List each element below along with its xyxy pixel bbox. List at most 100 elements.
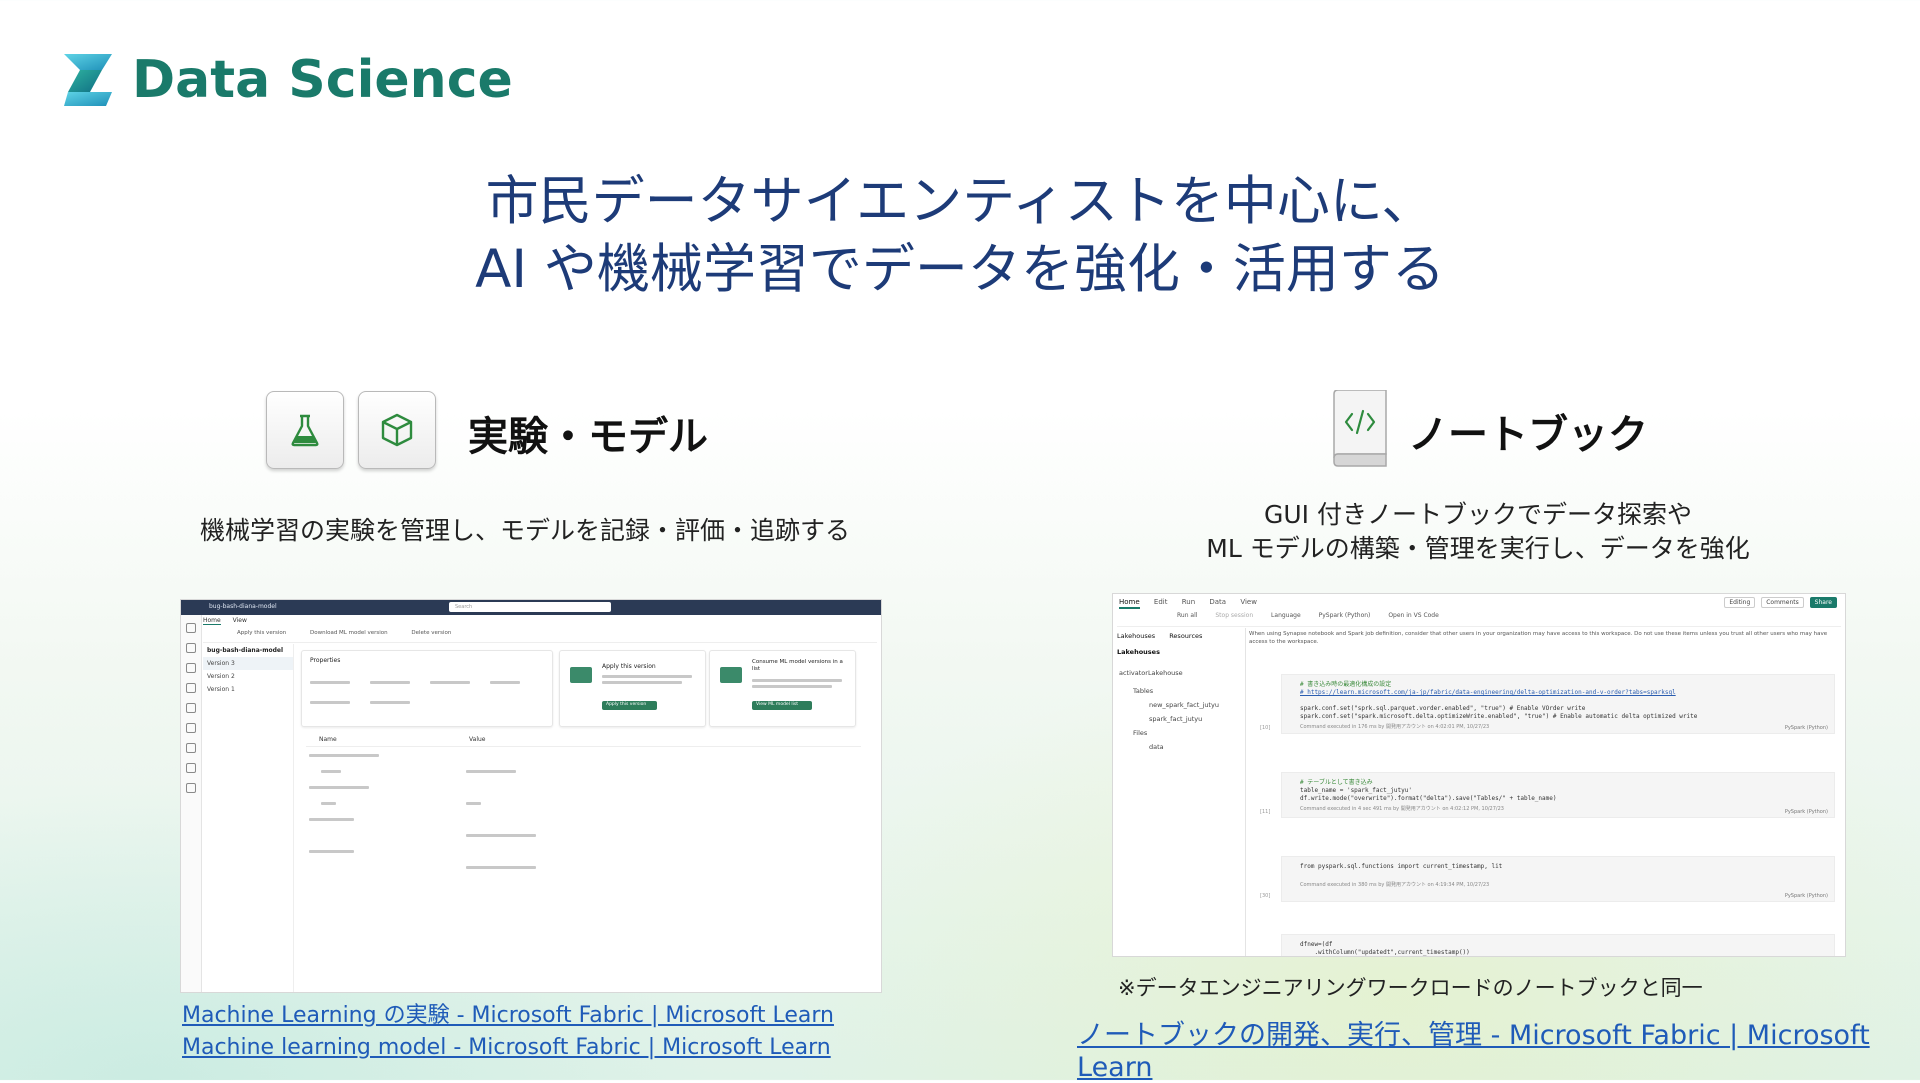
- ml-apply-card: Apply this version Apply this version: [559, 650, 706, 727]
- nb-code-cell[interactable]: # テーブルとして書き込み table_name = 'spark_fact_j…: [1260, 772, 1835, 818]
- notebook-description: GUI 付きノートブックでデータ探索や ML モデルの構築・管理を実行し、データ…: [1112, 498, 1844, 566]
- nb-side-tab-lakehouses[interactable]: Lakehouses: [1117, 632, 1155, 640]
- ml-model-screenshot: bug-bash-diana-model Search Home View Ap…: [180, 599, 882, 993]
- nb-menu-home[interactable]: Home: [1119, 598, 1140, 609]
- nb-tree-item[interactable]: Tables: [1113, 684, 1245, 698]
- ml-topbar-title: bug-bash-diana-model: [209, 603, 277, 610]
- nb-menu-view[interactable]: View: [1240, 598, 1257, 606]
- apply-illustration-icon: [570, 667, 592, 683]
- headline: 市民データサイエンティストを中心に、 AI や機械学習でデータを強化・活用する: [0, 168, 1920, 304]
- nb-tree-item[interactable]: spark_fact_jutyu: [1113, 712, 1245, 726]
- home-icon[interactable]: [186, 623, 196, 633]
- ml-tab-home[interactable]: Home: [203, 617, 221, 625]
- code-line: .withColumn("updatedt",current_timestamp…: [1300, 949, 1470, 956]
- nb-language-label: Language: [1271, 612, 1301, 619]
- ml-search-input[interactable]: Search: [449, 602, 611, 612]
- ml-toolbar: Apply this version Download ML model ver…: [203, 630, 877, 643]
- headline-line-1: 市民データサイエンティストを中心に、: [485, 171, 1435, 232]
- nb-menu: Home Edit Run Data View: [1119, 598, 1269, 609]
- nb-code-cell[interactable]: # 書き込み時の最適化構成の設定 # https://learn.microso…: [1260, 674, 1835, 734]
- code-line: table_name = 'spark_fact_jutyu': [1300, 787, 1412, 794]
- nb-menu-edit[interactable]: Edit: [1154, 598, 1168, 606]
- nb-editing-button[interactable]: Editing: [1724, 597, 1756, 608]
- nb-menu-data[interactable]: Data: [1209, 598, 1226, 606]
- nb-explorer: Lakehouses Resources Lakehouses activato…: [1113, 628, 1246, 956]
- cell-status: Command executed in 4 sec 491 ms by 開発用ア…: [1300, 806, 1504, 812]
- ml-version-item[interactable]: Version 2: [203, 670, 293, 683]
- code-line: spark.conf.set("sprk.sql.parquet.vorder.…: [1300, 705, 1586, 712]
- more-icon[interactable]: [186, 783, 196, 793]
- cell-status: Command executed in 380 ms by 開発用アカウント o…: [1300, 882, 1490, 888]
- nb-toolbar: Run all Stop session Language PySpark (P…: [1117, 612, 1841, 627]
- code-line: from pyspark.sql.functions import curren…: [1300, 863, 1503, 870]
- ml-version-list: bug-bash-diana-model Version 3 Version 2…: [203, 644, 294, 992]
- notebook-screenshot: Home Edit Run Data View Editing Comments…: [1112, 593, 1846, 957]
- data-hub-icon[interactable]: [186, 683, 196, 693]
- nb-right-actions: Editing Comments Share: [1720, 597, 1837, 608]
- flask-tile: [266, 391, 344, 469]
- cell-language[interactable]: PySpark (Python): [1785, 809, 1828, 815]
- ml-tab-view[interactable]: View: [233, 617, 247, 624]
- brand-header: Data Science: [60, 50, 513, 110]
- ml-properties-title: Properties: [310, 657, 341, 664]
- nb-code-cell[interactable]: from pyspark.sql.functions import curren…: [1260, 856, 1835, 902]
- nb-open-vscode-button[interactable]: Open in VS Code: [1388, 612, 1439, 619]
- nb-menu-run[interactable]: Run: [1182, 598, 1195, 606]
- notebook-title: ノートブック: [1408, 412, 1648, 458]
- ml-apply-button[interactable]: Apply this version: [602, 701, 657, 710]
- browse-icon[interactable]: [186, 663, 196, 673]
- code-line: df.write.mode("overwrite").format("delta…: [1300, 795, 1557, 802]
- code-line: dfnew=(df: [1300, 941, 1333, 948]
- notebook-link[interactable]: ノートブックの開発、実行、管理 - Microsoft Fabric | Mic…: [1077, 1013, 1920, 1083]
- ml-topbar: bug-bash-diana-model Search: [181, 600, 881, 615]
- ml-version-item[interactable]: Version 3: [203, 657, 293, 670]
- create-icon[interactable]: [186, 643, 196, 653]
- cell-language[interactable]: PySpark (Python): [1785, 893, 1828, 899]
- ml-version-item[interactable]: Version 1: [203, 683, 293, 696]
- nb-stop-session-button[interactable]: Stop session: [1215, 612, 1253, 619]
- ml-tabs: Home View: [203, 617, 257, 625]
- notebook-description-line-2: ML モデルの構築・管理を実行し、データを強化: [1206, 534, 1750, 563]
- ml-consume-button[interactable]: View ML model list: [752, 701, 812, 710]
- experiment-model-description: 機械学習の実験を管理し、モデルを記録・評価・追跡する: [199, 516, 850, 545]
- ml-apply-version-button[interactable]: Apply this version: [237, 630, 286, 636]
- workspaces-icon[interactable]: [186, 723, 196, 733]
- cell-number: [30]: [1260, 893, 1271, 899]
- ml-download-button[interactable]: Download ML model version: [310, 630, 388, 636]
- experiment-icon[interactable]: [186, 743, 196, 753]
- nb-comments-button[interactable]: Comments: [1761, 597, 1804, 608]
- ml-consume-card: Consume ML model versions in a list View…: [709, 650, 856, 727]
- cell-status: Command executed in 176 ms by 開発用アカウント o…: [1300, 724, 1490, 730]
- ml-consume-button-label: View ML model list: [756, 702, 798, 707]
- ml-experiment-link[interactable]: Machine Learning の実験 - Microsoft Fabric …: [182, 997, 834, 1029]
- code-line: # 書き込み時の最適化構成の設定: [1300, 681, 1392, 688]
- notebook-note: ※データエンジニアリングワークロードのノートブックと同一: [1118, 976, 1703, 1000]
- ml-apply-card-title: Apply this version: [602, 663, 656, 670]
- nb-tree-item[interactable]: new_spark_fact_jutyu: [1113, 698, 1245, 712]
- nb-share-button[interactable]: Share: [1809, 597, 1837, 608]
- flask-icon: [291, 414, 319, 447]
- code-line: # https://learn.microsoft.com/ja-jp/fabr…: [1300, 689, 1676, 696]
- cell-number: [11]: [1260, 809, 1271, 815]
- code-line: spark.conf.set("spark.microsoft.delta.op…: [1300, 713, 1698, 720]
- nb-tree-item[interactable]: data: [1113, 740, 1245, 754]
- nb-run-all-button[interactable]: Run all: [1177, 612, 1197, 619]
- cube-tile: [358, 391, 436, 469]
- ml-table-header-value: Value: [469, 736, 486, 743]
- nb-lakehouse-item[interactable]: activatorLakehouse: [1113, 666, 1245, 680]
- brand-title: Data Science: [132, 50, 513, 110]
- monitor-icon[interactable]: [186, 703, 196, 713]
- nb-language-select[interactable]: PySpark (Python): [1319, 612, 1371, 619]
- cube-icon: [381, 413, 413, 447]
- nb-side-tab-resources[interactable]: Resources: [1169, 632, 1202, 640]
- ml-delete-button[interactable]: Delete version: [411, 630, 451, 636]
- ml-nav-rail: [181, 615, 202, 992]
- ml-properties-card: Properties: [301, 650, 553, 727]
- cell-language[interactable]: PySpark (Python): [1785, 725, 1828, 731]
- nb-code-cell[interactable]: dfnew=(df .withColumn("updatedt",current…: [1281, 934, 1835, 956]
- ml-model-link[interactable]: Machine learning model - Microsoft Fabri…: [182, 1035, 831, 1060]
- model-icon[interactable]: [186, 763, 196, 773]
- ml-apply-button-label: Apply this version: [606, 702, 647, 707]
- experiment-model-title: 実験・モデル: [468, 414, 708, 460]
- nb-tree-item[interactable]: Files: [1113, 726, 1245, 740]
